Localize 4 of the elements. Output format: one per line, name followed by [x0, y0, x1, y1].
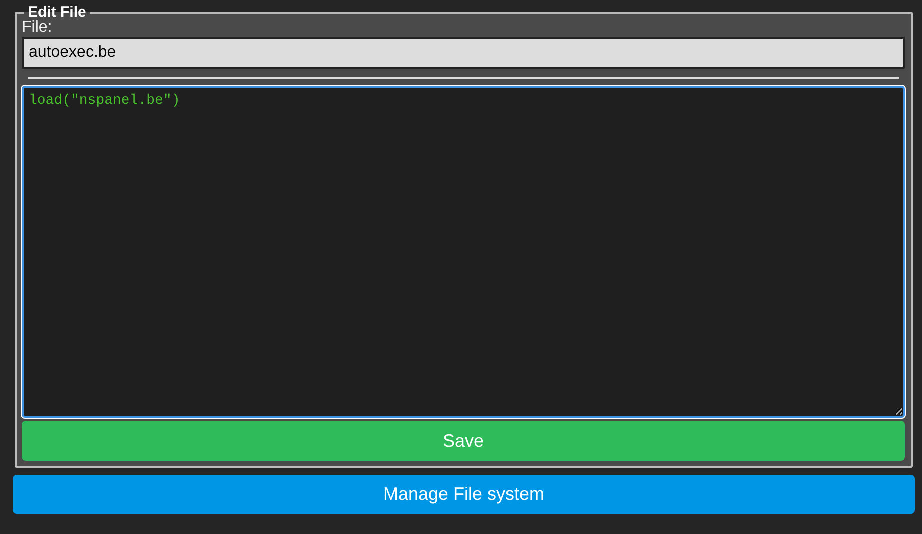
file-label: File: — [22, 18, 54, 37]
panel-title: Edit File — [28, 4, 88, 21]
code-editor[interactable]: load("nspanel.be") — [22, 86, 905, 418]
file-name-field[interactable]: autoexec.be — [22, 37, 905, 69]
